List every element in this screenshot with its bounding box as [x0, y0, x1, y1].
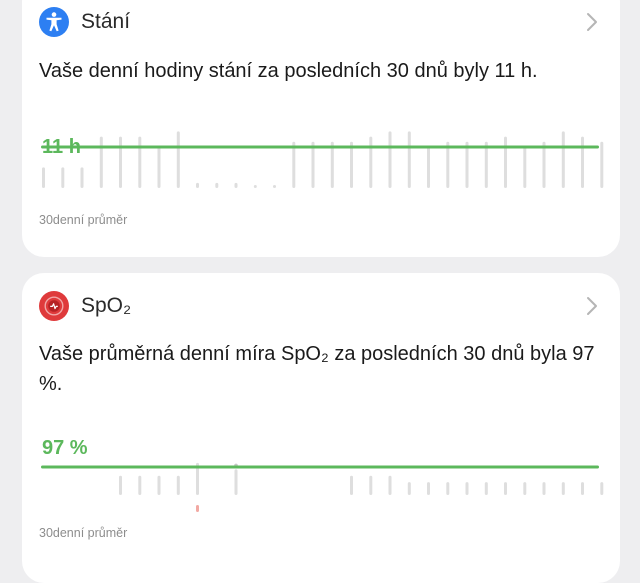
spo2-bar: [581, 482, 584, 495]
spo2-bar: [542, 482, 546, 495]
standing-bar: [561, 131, 565, 188]
spo2-bar: [119, 475, 122, 495]
standing-card[interactable]: Stání Vaše denní hodiny stání za posledn…: [22, 0, 620, 257]
standing-bar: [600, 141, 604, 188]
spo2-bar: [504, 482, 507, 495]
spo2-low-marker: [196, 505, 199, 512]
spo2-bar: [234, 469, 238, 495]
spo2-bar: [427, 482, 430, 495]
standing-bar: [292, 141, 296, 188]
standing-bar: [42, 167, 45, 188]
spo2-bar: [157, 475, 161, 495]
standing-bar: [196, 182, 199, 188]
spo2-bar: [446, 482, 450, 495]
standing-bar: [484, 141, 488, 188]
spo2-bar: [388, 475, 392, 495]
spo2-bar: [465, 482, 469, 495]
standing-bar: [465, 141, 469, 188]
standing-bar: [273, 185, 276, 188]
standing-bar: [176, 131, 180, 188]
standing-bar: [504, 136, 507, 188]
standing-bar: [234, 182, 238, 188]
spo2-bar: [138, 475, 142, 495]
standing-bar: [311, 141, 315, 188]
standing-bar: [581, 136, 584, 188]
standing-bar: [350, 141, 353, 188]
spo2-bar: [561, 482, 565, 495]
spo2-bar: [176, 475, 180, 495]
standing-bar: [61, 167, 65, 188]
standing-bar: [523, 146, 527, 188]
spo2-bar: [407, 482, 411, 495]
standing-bar: [80, 167, 84, 188]
standing-caption: 30denní průměr: [39, 213, 128, 227]
standing-bar: [157, 146, 161, 188]
spo2-average-value: 97 %: [42, 437, 88, 459]
standing-bar: [99, 136, 103, 188]
standing-bar: [138, 136, 142, 188]
standing-bar: [330, 141, 334, 188]
spo2-caption: 30denní průměr: [39, 526, 128, 540]
spo2-bar: [523, 482, 527, 495]
spo2-bar: [484, 482, 488, 495]
standing-average-line: [41, 145, 599, 149]
spo2-bar: [600, 482, 604, 495]
standing-bar: [407, 131, 411, 188]
standing-bar: [542, 141, 546, 188]
standing-average-value: 11 h: [42, 136, 81, 158]
standing-bar: [119, 136, 122, 188]
standing-bar: [253, 185, 257, 188]
standing-bar: [388, 131, 392, 188]
standing-bar: [446, 141, 450, 188]
standing-bar: [427, 146, 430, 188]
spo2-bar: [369, 475, 373, 495]
spo2-card[interactable]: SpO₂ Vaše průměrná denní míra SpO₂ za po…: [22, 273, 620, 583]
spo2-average-line: [41, 465, 599, 469]
standing-bar: [215, 182, 219, 188]
standing-bar: [369, 136, 373, 188]
spo2-bar: [350, 475, 353, 495]
